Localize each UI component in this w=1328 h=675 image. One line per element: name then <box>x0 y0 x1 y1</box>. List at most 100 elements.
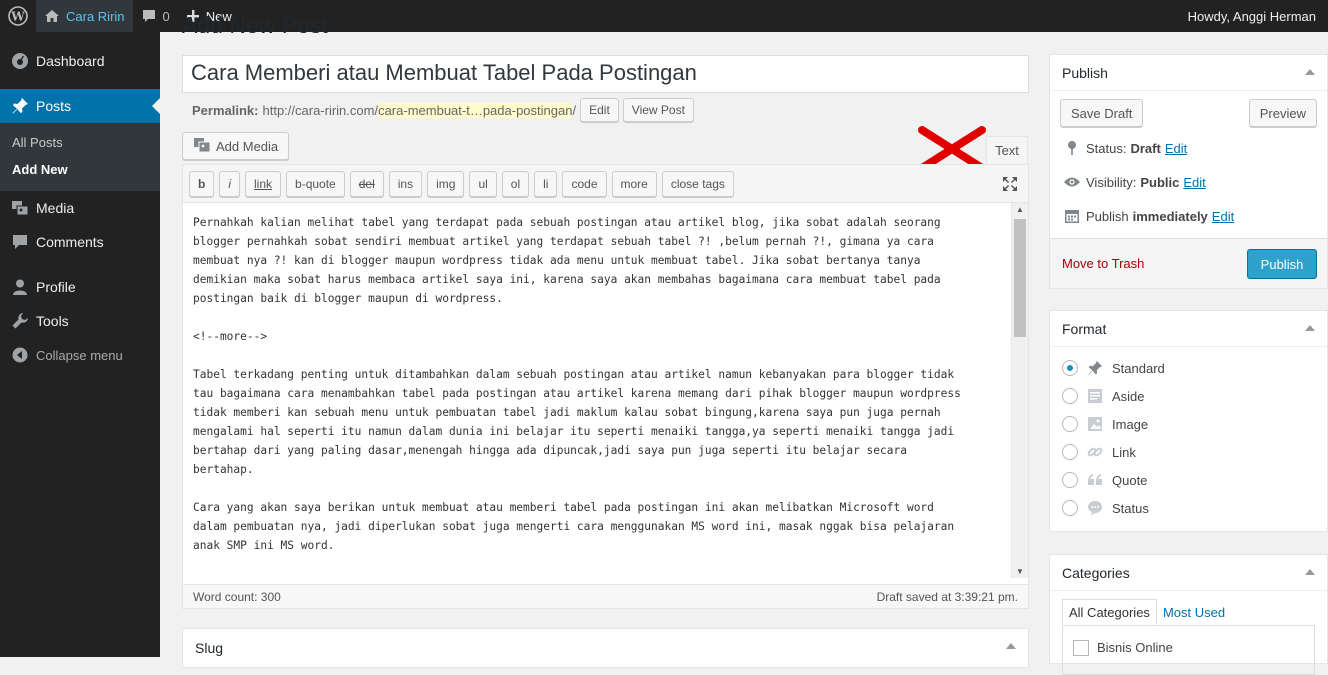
format-metabox-header[interactable]: Format <box>1050 311 1327 347</box>
view-post-button[interactable]: View Post <box>622 98 694 122</box>
eye-icon <box>1062 176 1082 188</box>
collapse-menu-button[interactable]: Collapse menu <box>0 338 160 372</box>
qt-blockquote-button[interactable]: b-quote <box>286 170 345 197</box>
status-bubble-icon <box>1086 499 1104 517</box>
publish-toggle-icon[interactable] <box>1305 69 1315 75</box>
status-value: Draft <box>1130 140 1161 156</box>
menu-profile[interactable]: Profile <box>0 270 160 304</box>
site-name-link[interactable]: Cara Ririn <box>36 0 133 32</box>
visibility-edit-link[interactable]: Edit <box>1183 175 1205 190</box>
menu-posts[interactable]: Posts <box>0 89 160 123</box>
comments-count: 0 <box>162 8 170 24</box>
admin-sidebar: Dashboard Posts All Posts Add New Media … <box>0 32 160 657</box>
image-icon <box>1086 415 1104 433</box>
submenu-all-posts[interactable]: All Posts <box>0 129 160 156</box>
comments-icon <box>10 232 30 252</box>
fullscreen-icon[interactable] <box>1002 176 1018 195</box>
editor-scrollbar[interactable]: ▲ ▼ <box>1011 203 1028 578</box>
qt-code-button[interactable]: code <box>562 170 607 197</box>
menu-posts-label: Posts <box>36 98 72 114</box>
comments-link[interactable]: 0 <box>133 0 178 32</box>
format-label-quote: Quote <box>1112 472 1148 488</box>
collapse-arrow-icon <box>10 345 30 365</box>
qt-italic-button[interactable]: i <box>219 170 241 197</box>
menu-media[interactable]: Media <box>0 191 160 225</box>
post-editor: b i link b-quote del ins img ul ol li co… <box>182 164 1029 609</box>
format-option-aside[interactable]: Aside <box>1050 382 1327 410</box>
my-account-link[interactable]: Howdy, Anggi Herman <box>1188 0 1316 32</box>
qt-bold-button[interactable]: b <box>189 170 215 197</box>
category-checkbox[interactable] <box>1073 640 1089 656</box>
tab-most-used[interactable]: Most Used <box>1157 599 1231 625</box>
howdy-label: Howdy, Anggi Herman <box>1187 8 1316 24</box>
wordpress-logo-icon[interactable]: W <box>0 0 36 32</box>
publish-time-label: Publish <box>1086 208 1129 224</box>
qt-ol-button[interactable]: ol <box>501 170 530 197</box>
menu-tools-label: Tools <box>36 313 69 329</box>
publish-metabox-title: Publish <box>1062 64 1108 81</box>
pin-icon <box>1062 140 1082 156</box>
categories-metabox-title: Categories <box>1062 564 1130 581</box>
category-checklist: Bisnis Online <box>1062 625 1315 675</box>
permalink-edit-button[interactable]: Edit <box>580 98 619 122</box>
format-option-image[interactable]: Image <box>1050 410 1327 438</box>
qt-ins-button[interactable]: ins <box>388 170 423 197</box>
post-content-textarea[interactable]: Pernahkah kalian melihat tabel yang terd… <box>183 203 1013 578</box>
home-icon <box>44 9 60 23</box>
menu-dashboard[interactable]: Dashboard <box>0 44 160 78</box>
add-media-button[interactable]: Add Media <box>182 132 290 160</box>
post-title-input[interactable]: Cara Memberi atau Membuat Tabel Pada Pos… <box>182 55 1029 93</box>
publish-button[interactable]: Publish <box>1247 249 1317 279</box>
format-option-link[interactable]: Link <box>1050 438 1327 466</box>
format-radio-link[interactable] <box>1062 444 1078 460</box>
submenu-add-new[interactable]: Add New <box>0 156 160 183</box>
format-metabox-title: Format <box>1062 320 1107 337</box>
publish-time-edit-link[interactable]: Edit <box>1212 209 1234 224</box>
menu-tools[interactable]: Tools <box>0 304 160 338</box>
add-media-label: Add Media <box>216 138 279 154</box>
permalink-slug[interactable]: cara-membuat-t…pada-postingan <box>378 102 573 118</box>
qt-more-button[interactable]: more <box>611 170 657 197</box>
media-icon <box>10 198 30 218</box>
category-tabs: All Categories Most Used <box>1050 591 1327 625</box>
format-radio-quote[interactable] <box>1062 472 1078 488</box>
format-radio-image[interactable] <box>1062 416 1078 432</box>
qt-ul-button[interactable]: ul <box>469 170 497 197</box>
scroll-up-icon[interactable]: ▲ <box>1016 205 1024 214</box>
categories-metabox-header[interactable]: Categories <box>1050 555 1327 591</box>
permalink-label: Permalink: <box>192 102 259 118</box>
scrollbar-thumb[interactable] <box>1014 219 1026 337</box>
svg-text:W: W <box>10 10 25 24</box>
category-label: Bisnis Online <box>1097 640 1173 655</box>
categories-toggle-icon[interactable] <box>1305 569 1315 575</box>
qt-close-tags-button[interactable]: close tags <box>661 170 734 197</box>
format-label-aside: Aside <box>1112 388 1145 404</box>
format-label-standard: Standard <box>1112 360 1165 376</box>
format-option-standard[interactable]: Standard <box>1050 354 1327 382</box>
pushpin-icon <box>10 96 30 116</box>
format-option-status[interactable]: Status <box>1050 494 1327 522</box>
format-label-image: Image <box>1112 416 1149 432</box>
menu-comments[interactable]: Comments <box>0 225 160 259</box>
format-radio-status[interactable] <box>1062 500 1078 516</box>
format-radio-standard[interactable] <box>1062 360 1078 376</box>
publish-metabox-header[interactable]: Publish <box>1050 55 1327 91</box>
tab-text[interactable]: Text <box>986 136 1028 164</box>
qt-img-button[interactable]: img <box>427 170 465 197</box>
move-to-trash-link[interactable]: Move to Trash <box>1062 256 1144 271</box>
slug-metabox[interactable]: Slug <box>182 628 1029 668</box>
permalink-row: Permalink: http://cara-ririn.com/cara-me… <box>192 98 694 122</box>
preview-button[interactable]: Preview <box>1248 99 1317 127</box>
status-edit-link[interactable]: Edit <box>1165 141 1187 156</box>
qt-del-button[interactable]: del <box>349 170 384 197</box>
format-radio-aside[interactable] <box>1062 388 1078 404</box>
qt-li-button[interactable]: li <box>534 170 558 197</box>
tab-all-categories[interactable]: All Categories <box>1062 599 1157 625</box>
format-option-quote[interactable]: Quote <box>1050 466 1327 494</box>
format-toggle-icon[interactable] <box>1305 325 1315 331</box>
qt-link-button[interactable]: link <box>245 170 282 197</box>
slug-toggle-icon[interactable] <box>1006 643 1016 649</box>
save-draft-button[interactable]: Save Draft <box>1060 99 1144 127</box>
scroll-down-icon[interactable]: ▼ <box>1016 567 1024 576</box>
draft-saved-status: Draft saved at 3:39:21 pm. <box>876 589 1018 604</box>
